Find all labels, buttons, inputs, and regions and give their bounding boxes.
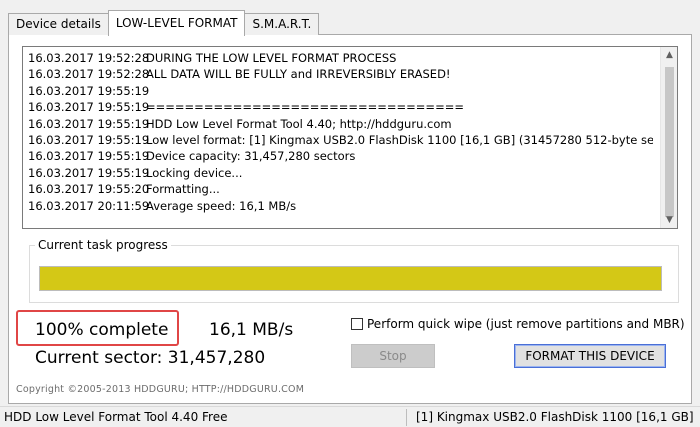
log-message: HDD Low Level Format Tool 4.40; http://h… <box>146 116 452 131</box>
log-timestamp: 16.03.2017 19:55:19 <box>28 100 150 115</box>
log-timestamp: 16.03.2017 19:55:19 <box>28 165 150 180</box>
log-line: 16.03.2017 19:52:28ALL DATA WILL BE FULL… <box>28 66 653 82</box>
log-line: 16.03.2017 19:55:19=====================… <box>28 99 653 115</box>
task-progress-group: Current task progress <box>29 237 679 303</box>
log-timestamp: 16.03.2017 19:52:28 <box>28 67 150 82</box>
log-timestamp: 16.03.2017 19:55:19 <box>28 149 150 164</box>
tab-smart[interactable]: S.M.A.R.T. <box>244 13 320 35</box>
log-timestamp: 16.03.2017 19:55:19 <box>28 133 150 148</box>
status-device-info: [1] Kingmax USB2.0 FlashDisk 1100 [16,1 … <box>416 410 694 424</box>
speed-readout: 16,1 MB/s <box>209 320 294 340</box>
quick-wipe-label: Perform quick wipe (just remove partitio… <box>367 317 685 331</box>
log-timestamp: 16.03.2017 19:55:19 <box>28 83 150 98</box>
status-bar: HDD Low Level Format Tool 4.40 Free [1] … <box>0 406 700 427</box>
scroll-up-icon[interactable]: ▲ <box>661 47 677 63</box>
log-message: DURING THE LOW LEVEL FORMAT PROCESS <box>146 51 397 65</box>
log-message: Device capacity: 31,457,280 sectors <box>146 149 356 164</box>
log-message: ================================= <box>146 100 464 115</box>
log-timestamp: 16.03.2017 19:55:19 <box>28 116 150 131</box>
log-message: ALL DATA WILL BE FULLY and IRREVERSIBLY … <box>146 67 451 82</box>
log-line: 16.03.2017 19:55:19Device capacity: 31,4… <box>28 148 653 164</box>
quick-wipe-checkbox[interactable] <box>351 318 363 330</box>
tab-device-details[interactable]: Device details <box>8 13 109 35</box>
log-line: 16.03.2017 19:55:19Low level format: [1]… <box>28 132 653 148</box>
log-line: 16.03.2017 19:52:28DURING THE LOW LEVEL … <box>28 50 653 66</box>
tab-low-level-format[interactable]: LOW-LEVEL FORMAT <box>107 10 246 36</box>
log-line: 16.03.2017 19:55:19HDD Low Level Format … <box>28 116 653 132</box>
status-app-info: HDD Low Level Format Tool 4.40 Free <box>4 410 228 424</box>
progress-legend: Current task progress <box>35 237 171 253</box>
percent-complete: 100% complete <box>35 320 169 340</box>
progress-bar <box>39 266 662 291</box>
progress-fill <box>40 267 661 290</box>
log-timestamp: 16.03.2017 19:55:20 <box>28 182 150 197</box>
current-sector: Current sector: 31,457,280 <box>35 348 266 368</box>
log-line: 16.03.2017 19:55:20Formatting... <box>28 181 653 197</box>
copyright-text: Copyright ©2005-2013 HDDGURU; HTTP://HDD… <box>16 384 305 395</box>
log-listbox[interactable]: 16.03.2017 19:52:28DURING THE LOW LEVEL … <box>22 46 678 229</box>
log-message: Average speed: 16,1 MB/s <box>146 198 297 213</box>
quick-wipe-option[interactable]: Perform quick wipe (just remove partitio… <box>351 317 685 331</box>
log-message: Locking device... <box>146 165 243 180</box>
tab-bar: Device details LOW-LEVEL FORMAT S.M.A.R.… <box>8 9 320 36</box>
log-lines: 16.03.2017 19:52:28DURING THE LOW LEVEL … <box>28 50 653 214</box>
stop-button[interactable]: Stop <box>351 344 435 368</box>
log-timestamp: 16.03.2017 19:52:28 <box>28 51 150 65</box>
log-message: Low level format: [1] Kingmax USB2.0 Fla… <box>146 133 653 148</box>
format-this-device-button[interactable]: FORMAT THIS DEVICE <box>514 344 666 368</box>
scroll-thumb[interactable] <box>665 67 674 217</box>
log-line: 16.03.2017 19:55:19Locking device... <box>28 165 653 181</box>
low-level-format-panel: 16.03.2017 19:52:28DURING THE LOW LEVEL … <box>8 34 692 404</box>
log-line: 16.03.2017 19:55:19 <box>28 83 653 99</box>
log-timestamp: 16.03.2017 20:11:59 <box>28 198 150 213</box>
scroll-down-icon[interactable]: ▼ <box>661 212 677 228</box>
log-scrollbar[interactable]: ▲ ▼ <box>660 47 677 228</box>
status-separator <box>406 409 407 426</box>
log-message: Formatting... <box>146 182 220 197</box>
log-line: 16.03.2017 20:11:59Average speed: 16,1 M… <box>28 198 653 214</box>
